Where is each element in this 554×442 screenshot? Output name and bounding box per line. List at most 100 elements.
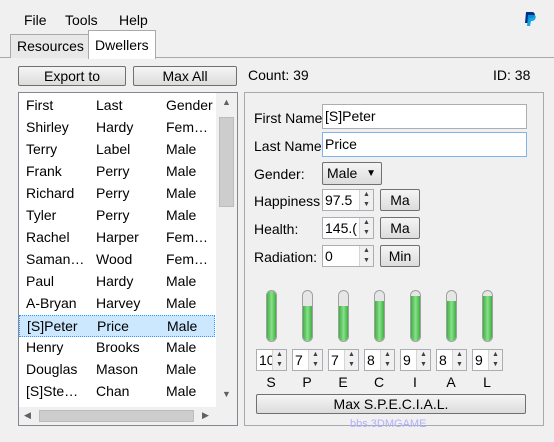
scroll-right-icon[interactable]: ▶	[202, 410, 209, 421]
spin-up-icon[interactable]: ▲	[489, 350, 502, 360]
scroll-left-icon[interactable]: ◀	[24, 410, 31, 421]
dweller-list[interactable]: First Last Gender Shirley Hardy Fem… Terry L…	[18, 92, 238, 426]
spin-up-icon[interactable]: ▲	[309, 350, 322, 360]
menu-bar: File Tools Help	[0, 0, 554, 30]
special-spin-buttons: ▲ ▼	[452, 350, 466, 370]
spin-down-icon[interactable]: ▼	[489, 360, 502, 370]
happiness-max-button[interactable]: Ma	[380, 189, 420, 211]
max-all-button-label: Max All	[162, 68, 208, 84]
gender-cell: Male	[166, 163, 197, 179]
spin-down-icon[interactable]: ▼	[273, 360, 286, 370]
spin-down-icon[interactable]: ▼	[381, 360, 394, 370]
happiness-value: 97.5	[325, 192, 353, 208]
list-item[interactable]: Rachel Harper Fem…	[19, 227, 215, 249]
spin-down-icon[interactable]: ▼	[309, 360, 322, 370]
export-button[interactable]: Export to	[18, 66, 126, 86]
list-item[interactable]: Saman… Wood Fem…	[19, 249, 215, 271]
first-name-cell: Douglas	[26, 361, 78, 377]
health-spinner[interactable]: 145.( ▲ ▼	[322, 217, 374, 239]
special-bar-a	[446, 290, 457, 342]
spin-down-icon[interactable]: ▼	[417, 360, 430, 370]
last-name-cell: Label	[96, 141, 131, 157]
list-item[interactable]: [S]Peter Price Male	[19, 315, 215, 337]
spin-up-icon[interactable]: ▲	[345, 350, 358, 360]
menu-file[interactable]: File	[24, 12, 47, 28]
spin-up-icon[interactable]: ▲	[360, 246, 373, 256]
list-item[interactable]: Paul Hardy Male	[19, 271, 215, 293]
special-spinner-p[interactable]: 7 ▲ ▼	[292, 349, 323, 371]
menu-tools[interactable]: Tools	[65, 12, 98, 28]
list-horizontal-scrollbar[interactable]: ◀ ▶	[19, 407, 237, 425]
spin-up-icon[interactable]: ▲	[360, 190, 373, 200]
special-bar-s	[266, 290, 277, 342]
radiation-value: 0	[325, 248, 333, 264]
watermark: bbs.3DMGAME	[350, 418, 427, 430]
gender-select[interactable]: Male ▼	[322, 162, 382, 185]
gender-cell: Male	[166, 207, 197, 223]
spin-up-icon[interactable]: ▲	[381, 350, 394, 360]
list-item[interactable]: Douglas Mason Male	[19, 359, 215, 381]
horizontal-scroll-thumb[interactable]	[39, 410, 194, 422]
paypal-icon[interactable]	[523, 11, 537, 29]
spin-up-icon[interactable]: ▲	[273, 350, 286, 360]
tab-strip: Resources Dwellers	[0, 30, 554, 59]
menu-help[interactable]: Help	[119, 12, 148, 28]
count-label: Count: 39	[248, 67, 309, 83]
first-name-cell: Rachel	[26, 229, 70, 245]
special-value: 7	[331, 352, 339, 368]
special-bar-l	[482, 290, 493, 342]
scroll-down-icon[interactable]: ▼	[222, 389, 231, 399]
list-item[interactable]: Tyler Perry Male	[19, 205, 215, 227]
last-name-cell: Perry	[96, 207, 130, 223]
special-spinner-i[interactable]: 9 ▲ ▼	[400, 349, 431, 371]
special-spin-buttons: ▲ ▼	[308, 350, 322, 370]
special-spinner-s[interactable]: 10 ▲ ▼	[256, 349, 287, 371]
column-gender[interactable]: Gender	[166, 97, 213, 113]
last-name-field[interactable]: Price	[322, 132, 527, 157]
list-vertical-scrollbar[interactable]: ▲ ▼	[216, 93, 237, 407]
spin-up-icon[interactable]: ▲	[360, 218, 373, 228]
special-spinner-e[interactable]: 7 ▲ ▼	[328, 349, 359, 371]
special-spinner-c[interactable]: 8 ▲ ▼	[364, 349, 395, 371]
list-item[interactable]: Richard Perry Male	[19, 183, 215, 205]
special-bar-c	[374, 290, 385, 342]
health-max-button[interactable]: Ma	[380, 217, 420, 239]
export-button-label: Export to	[43, 68, 101, 84]
special-letter-p: P	[302, 374, 312, 390]
first-name-field[interactable]: [S]Peter	[322, 104, 527, 129]
spin-down-icon[interactable]: ▼	[360, 228, 373, 238]
vertical-scroll-thumb[interactable]	[219, 117, 234, 207]
first-name-cell: Paul	[26, 273, 55, 289]
max-special-button[interactable]: Max S.P.E.C.I.A.L.	[256, 394, 526, 414]
list-item[interactable]: Frank Perry Male	[19, 161, 215, 183]
scroll-up-icon[interactable]: ▲	[222, 97, 231, 107]
list-item[interactable]: Terry Label Male	[19, 139, 215, 161]
tab-dwellers[interactable]: Dwellers	[88, 30, 156, 59]
list-item[interactable]: [S]Ste… Chan Male	[19, 381, 215, 403]
special-spinner-a[interactable]: 8 ▲ ▼	[436, 349, 467, 371]
spin-down-icon[interactable]: ▼	[453, 360, 466, 370]
column-first[interactable]: First	[26, 97, 53, 113]
first-name-cell: Richard	[26, 185, 75, 201]
special-bar-fill	[339, 306, 348, 341]
gender-select-value: Male	[327, 165, 358, 181]
spin-down-icon[interactable]: ▼	[360, 200, 373, 210]
column-last[interactable]: Last	[96, 97, 122, 113]
list-header: First Last Gender	[19, 93, 237, 117]
spin-up-icon[interactable]: ▲	[453, 350, 466, 360]
gender-cell: Male	[166, 383, 197, 399]
radiation-spinner[interactable]: 0 ▲ ▼	[322, 245, 374, 267]
tab-resources[interactable]: Resources	[10, 34, 91, 58]
special-spinner-l[interactable]: 9 ▲ ▼	[472, 349, 503, 371]
list-item[interactable]: Shirley Hardy Fem…	[19, 117, 215, 139]
first-name-cell: Tyler	[26, 207, 57, 223]
happiness-spinner[interactable]: 97.5 ▲ ▼	[322, 189, 374, 211]
spin-down-icon[interactable]: ▼	[360, 256, 373, 266]
radiation-min-button[interactable]: Min	[380, 245, 420, 267]
list-item[interactable]: A-Bryan Harvey Male	[19, 293, 215, 315]
spin-down-icon[interactable]: ▼	[345, 360, 358, 370]
spin-up-icon[interactable]: ▲	[417, 350, 430, 360]
max-all-button[interactable]: Max All	[133, 66, 237, 86]
list-item[interactable]: Henry Brooks Male	[19, 337, 215, 359]
chevron-down-icon: ▼	[366, 168, 376, 179]
